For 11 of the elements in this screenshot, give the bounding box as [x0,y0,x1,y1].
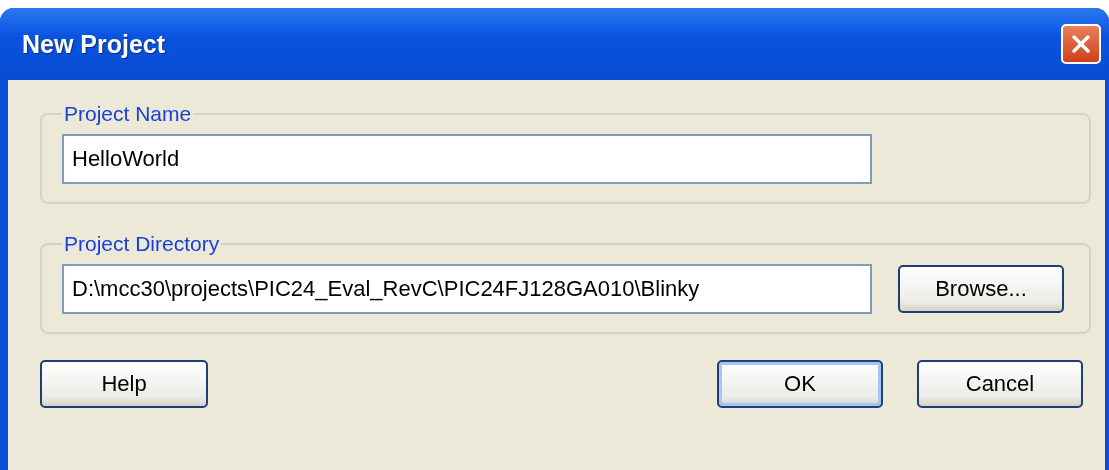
group-label: Project Name [63,102,193,126]
cancel-button[interactable]: Cancel [917,360,1083,408]
ok-button[interactable]: OK [717,360,883,408]
group-label: Project Directory [63,232,221,256]
help-button[interactable]: Help [40,360,208,408]
window-title: New Project [22,29,166,59]
text-field[interactable]: D:\mcc30\projects\PIC24_Eval_RevC\PIC24FJ128GA010\Blinky [62,264,872,314]
browse-button[interactable]: Browse... [898,265,1064,313]
close-button[interactable] [1061,24,1101,64]
text-field[interactable]: HelloWorld [62,134,872,184]
close-icon [1071,34,1091,54]
